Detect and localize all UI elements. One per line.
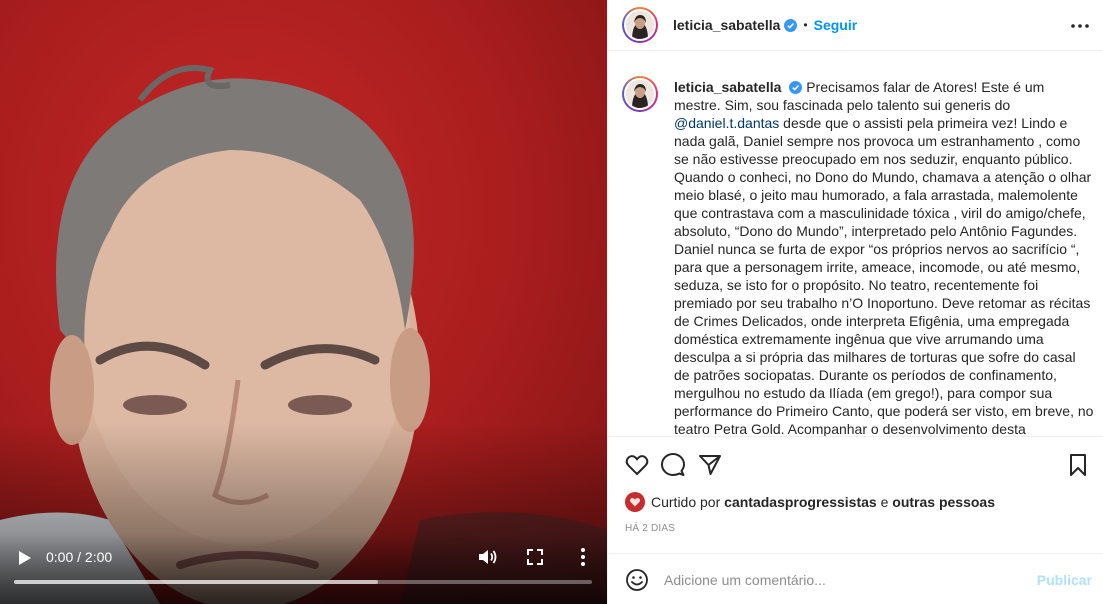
comments-area: leticia_sabatella Precisamos falar de At…: [608, 51, 1103, 436]
video-progress-bar[interactable]: [14, 580, 592, 584]
post-header: leticia_sabatella • Seguir: [608, 0, 1103, 51]
instagram-post-modal: 0:00 / 2:00 leticia_sabatella • Seguir l…: [0, 0, 1103, 604]
post-timestamp[interactable]: HÁ 2 DIAS: [625, 523, 675, 534]
caption-avatar[interactable]: [622, 76, 658, 112]
comment-input[interactable]: [664, 568, 1024, 592]
share-icon[interactable]: [697, 452, 723, 478]
avatar-photo: [626, 80, 654, 108]
verified-badge-icon: [784, 18, 798, 32]
comment-icon[interactable]: [660, 452, 686, 478]
post-caption: leticia_sabatella Precisamos falar de At…: [674, 78, 1094, 436]
video-buffer-fill: [14, 580, 379, 584]
header-username[interactable]: leticia_sabatella: [673, 17, 780, 33]
video-time: 0:00 / 2:00: [46, 549, 113, 565]
separator-dot: •: [803, 18, 808, 32]
post-side-panel: leticia_sabatella • Seguir leticia_sabat…: [607, 0, 1103, 604]
likes-connector: e: [880, 494, 889, 510]
publish-button[interactable]: Publicar: [1037, 572, 1092, 588]
caption-text-rest: desde que o assisti pela primeira vez! L…: [674, 115, 1094, 436]
liker-avatar[interactable]: [625, 492, 645, 512]
post-actions: [608, 436, 1103, 488]
likes-summary: Curtido por cantadasprogressistas e outr…: [625, 492, 995, 512]
likes-prefix: Curtido por: [651, 494, 721, 510]
follow-button[interactable]: Seguir: [814, 17, 858, 33]
verified-badge-icon: [789, 81, 803, 94]
heart-icon[interactable]: [624, 452, 650, 478]
video-shade: [0, 0, 607, 604]
more-vertical-icon[interactable]: [573, 546, 593, 568]
bookmark-icon[interactable]: [1065, 452, 1091, 478]
heart-icon: [629, 497, 641, 507]
emoji-icon[interactable]: [625, 568, 649, 592]
caption-mention-link[interactable]: @daniel.t.dantas: [674, 115, 779, 131]
caption-username[interactable]: leticia_sabatella: [674, 79, 781, 95]
comment-bar: Publicar: [608, 553, 1103, 604]
video-controls: [0, 534, 607, 604]
avatar[interactable]: [622, 7, 658, 43]
avatar-photo: [626, 11, 654, 39]
volume-icon[interactable]: [476, 546, 498, 568]
play-icon[interactable]: [14, 548, 34, 568]
fullscreen-icon[interactable]: [525, 547, 545, 567]
video-player[interactable]: 0:00 / 2:00: [0, 0, 607, 604]
liker-username[interactable]: cantadasprogressistas: [724, 494, 877, 510]
more-horizontal-icon[interactable]: [1070, 16, 1090, 36]
likes-others-link[interactable]: outras pessoas: [892, 494, 995, 510]
